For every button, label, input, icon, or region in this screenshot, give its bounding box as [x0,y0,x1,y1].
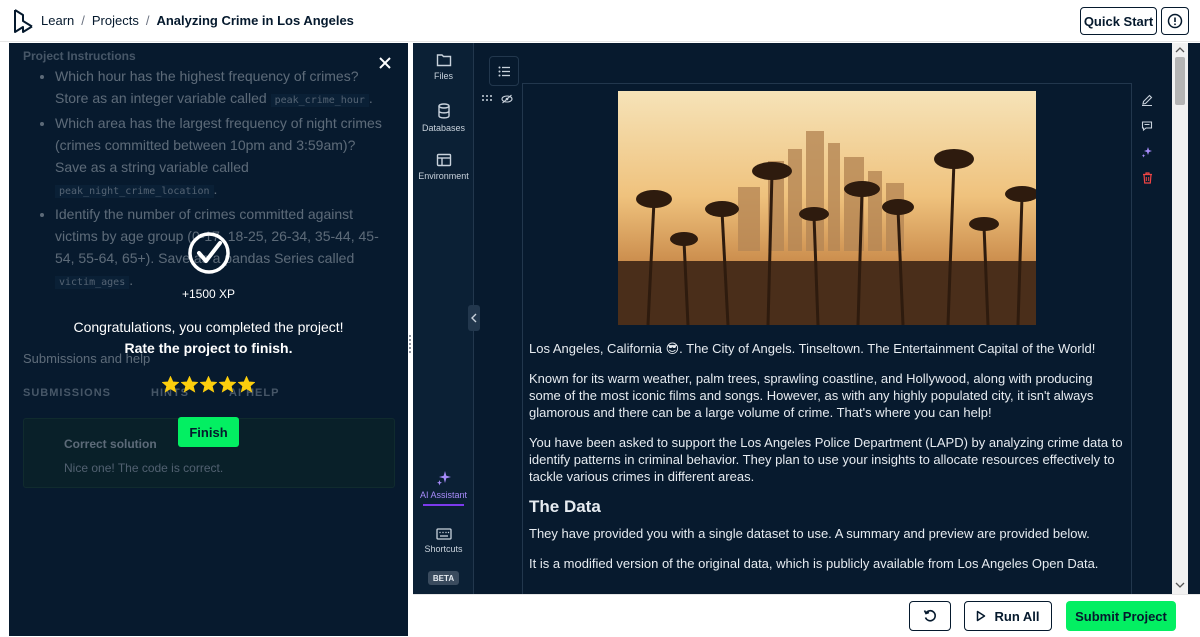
task-code: peak_night_crime_location [55,185,214,198]
finish-button[interactable]: Finish [178,417,239,447]
xp-earned: +1500 XP [181,287,236,301]
star-icon[interactable] [162,376,179,393]
los-angeles-skyline-image [618,91,1036,325]
task-item: Which hour has the highest frequency of … [55,65,385,112]
chevron-left-icon [471,313,477,323]
run-all-button[interactable]: Run All [964,601,1052,631]
hide-eye-icon[interactable] [501,94,513,104]
folder-icon [436,54,451,67]
beta-badge: BETA [428,571,459,585]
rating-stars [162,376,255,393]
pencil-icon [1142,94,1153,106]
section-heading: The Data [529,497,601,516]
icon-rail: Files Databases Environment AI Assistant… [413,43,480,594]
scroll-thumb[interactable] [1175,57,1185,105]
breadcrumb-projects[interactable]: Projects [92,13,139,28]
close-icon[interactable] [377,55,393,71]
notebook-workspace: Files Databases Environment AI Assistant… [413,43,1200,598]
completion-message: Congratulations, you completed the proje… [73,319,344,335]
sparkle-icon [1141,147,1152,158]
markdown-content: Los Angeles, California 😎. The City of A… [529,340,1125,585]
scroll-up-arrow-icon[interactable] [1172,45,1188,55]
ai-cell-button[interactable] [1136,139,1158,165]
environment-icon [436,153,451,167]
info-button[interactable] [1161,7,1189,35]
cell-controls [481,94,513,104]
scroll-down-arrow-icon[interactable] [1172,580,1188,590]
list-icon [498,66,510,76]
star-icon[interactable] [200,376,217,393]
result-title: Correct solution [64,437,157,451]
star-icon[interactable] [238,376,255,393]
delete-cell-button[interactable] [1136,165,1158,191]
datacamp-logo-icon[interactable] [12,8,34,34]
breadcrumb: Learn / Projects / Analyzing Crime in Lo… [41,13,354,28]
task-code: peak_crime_hour [270,94,369,107]
intro-paragraph: Los Angeles, California 😎. The City of A… [529,341,1096,356]
paragraph: They have provided you with a single dat… [529,526,1090,541]
drag-handle-icon[interactable] [481,94,493,102]
paragraph: You have been asked to support the Los A… [529,435,1123,484]
breadcrumb-separator: / [81,13,85,28]
quick-start-button[interactable]: Quick Start [1080,7,1157,35]
submit-project-button[interactable]: Submit Project [1066,601,1176,631]
instructions-panel: Project Instructions Which hour has the … [9,43,408,636]
rail-files[interactable]: Files [413,53,474,81]
outline-toggle-button[interactable] [489,56,519,86]
scrollbar[interactable] [1172,43,1188,594]
collapse-sidebar-button[interactable] [468,305,480,331]
tab-submissions[interactable]: SUBMISSIONS [23,387,111,399]
rail-environment[interactable]: Environment [413,153,474,181]
run-all-label: Run All [994,608,1040,624]
rail-ai-assistant[interactable]: AI Assistant [413,470,474,506]
comment-button[interactable] [1136,113,1158,139]
task-item: Which area has the largest frequency of … [55,112,385,203]
undo-icon [923,609,936,622]
trash-icon [1142,172,1152,184]
breadcrumb-separator: / [145,13,150,28]
instructions-title: Project Instructions [23,49,136,63]
play-icon [977,610,986,622]
database-icon [437,103,450,119]
paragraph: Known for its warm weather, palm trees, … [529,371,1094,420]
result-text: Nice one! The code is correct. [64,461,224,475]
info-icon [1167,13,1183,29]
breadcrumb-learn[interactable]: Learn [41,13,74,28]
rail-databases[interactable]: Databases [413,103,474,133]
sparkle-icon [436,471,451,486]
paragraph: It is a modified version of the original… [529,556,1099,571]
markdown-cell[interactable]: Los Angeles, California 😎. The City of A… [522,83,1132,598]
star-icon[interactable] [181,376,198,393]
check-circle-icon [188,232,230,274]
rating-prompt: Rate the project to finish. [124,340,293,356]
top-bar: Learn / Projects / Analyzing Crime in Lo… [0,0,1200,42]
reset-button[interactable] [909,601,951,631]
breadcrumb-current: Analyzing Crime in Los Angeles [156,13,354,28]
edit-cell-button[interactable] [1136,87,1158,113]
comment-icon [1141,121,1153,132]
rail-shortcuts[interactable]: Shortcuts [413,528,474,554]
action-bar: Run All Submit Project [413,594,1200,637]
cell-toolbar [1136,87,1158,191]
keyboard-icon [435,528,452,540]
star-icon[interactable] [219,376,236,393]
